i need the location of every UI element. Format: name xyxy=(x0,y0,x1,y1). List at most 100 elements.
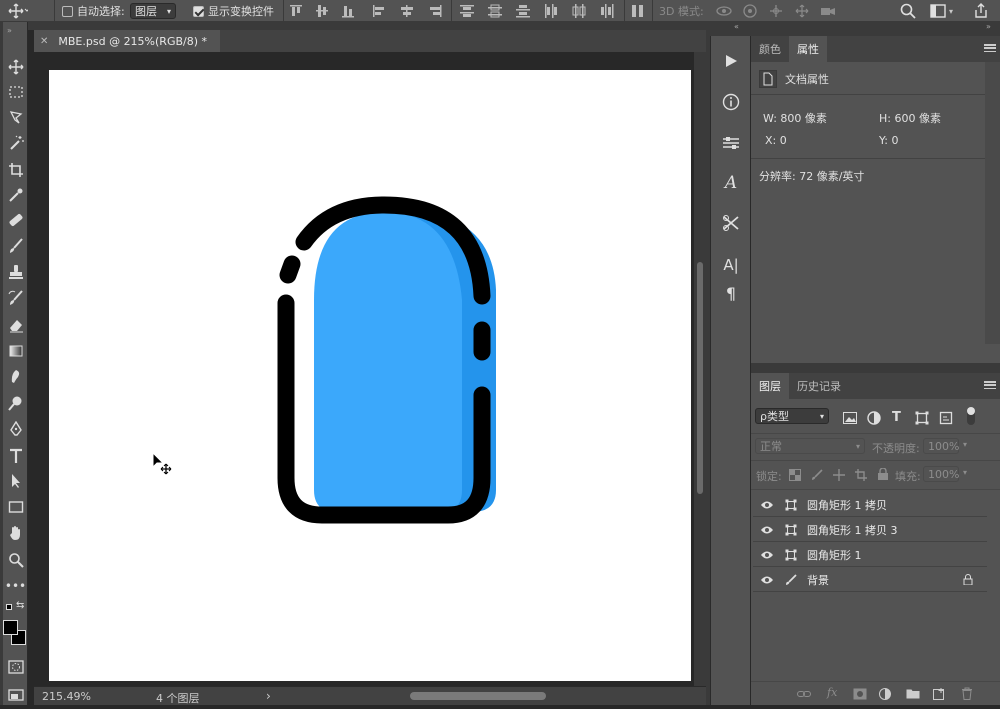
quick-select-tool-icon[interactable] xyxy=(3,132,28,154)
lock-all-icon[interactable] xyxy=(877,468,889,480)
chevron-down-icon[interactable]: ▾ xyxy=(963,468,967,477)
align-bottom-icon[interactable] xyxy=(342,4,354,18)
move-tool-icon[interactable] xyxy=(3,56,28,78)
tab-layers[interactable]: 图层 xyxy=(751,373,789,399)
character-icon[interactable]: A| xyxy=(711,250,751,280)
swap-colors-icon[interactable]: ⇆ xyxy=(16,600,24,611)
distribute-top-icon[interactable] xyxy=(460,4,474,18)
distribute-hcenter-icon[interactable] xyxy=(572,4,586,18)
type-tool-icon[interactable] xyxy=(3,445,28,467)
delete-layer-icon[interactable] xyxy=(961,687,973,700)
vertical-scrollbar[interactable] xyxy=(694,52,706,686)
collapse-icon[interactable]: » xyxy=(7,26,12,35)
foreground-color-swatch[interactable] xyxy=(3,620,18,635)
filter-pixel-icon[interactable] xyxy=(843,412,857,424)
link-layers-icon[interactable] xyxy=(797,689,811,699)
filter-smart-object-icon[interactable] xyxy=(939,411,953,425)
close-icon[interactable]: ✕ xyxy=(40,36,48,47)
3d-roll-icon[interactable] xyxy=(742,4,758,18)
new-layer-icon[interactable] xyxy=(933,688,945,700)
hand-tool-icon[interactable] xyxy=(3,522,28,544)
document-tab[interactable]: ✕ MBE.psd @ 215%(RGB/8) * xyxy=(34,30,220,52)
brush-tool-icon[interactable] xyxy=(3,235,28,257)
align-hcenter-icon[interactable] xyxy=(400,5,414,17)
path-selection-tool-icon[interactable] xyxy=(3,470,28,492)
add-mask-icon[interactable] xyxy=(853,688,867,700)
adjustments-icon[interactable] xyxy=(711,128,751,158)
adjustment-layer-icon[interactable] xyxy=(879,688,891,700)
zoom-level[interactable]: 215.49% xyxy=(42,690,91,703)
more-tools-icon[interactable]: ••• xyxy=(3,575,28,597)
canvas-area[interactable] xyxy=(34,52,694,686)
layer-style-icon[interactable]: fx xyxy=(827,686,837,699)
layer-filter-dropdown[interactable]: ρ类型 ▾ xyxy=(755,408,829,424)
lasso-tool-icon[interactable] xyxy=(3,106,28,128)
align-right-icon[interactable] xyxy=(428,5,442,17)
lock-position-icon[interactable] xyxy=(833,469,845,481)
info-icon[interactable] xyxy=(711,87,751,117)
3d-camera-icon[interactable] xyxy=(820,4,836,18)
zoom-tool-icon[interactable] xyxy=(3,549,28,571)
auto-align-icon[interactable] xyxy=(631,0,645,22)
auto-select-check-icon[interactable] xyxy=(62,5,73,17)
visibility-eye-icon[interactable] xyxy=(753,550,781,560)
align-left-icon[interactable] xyxy=(372,5,386,17)
gradient-tool-icon[interactable] xyxy=(3,340,28,362)
auto-select-checkbox[interactable]: 自动选择: xyxy=(62,0,125,22)
quick-mask-icon[interactable] xyxy=(3,656,28,678)
smudge-tool-icon[interactable] xyxy=(3,365,28,387)
distribute-left-icon[interactable] xyxy=(544,4,558,18)
layer-row[interactable]: 圆角矩形 1 xyxy=(753,543,987,567)
glyphs-icon[interactable]: A xyxy=(711,168,751,198)
distribute-vcenter-icon[interactable] xyxy=(488,4,502,18)
expand-icon[interactable]: » xyxy=(986,22,991,31)
distribute-bottom-icon[interactable] xyxy=(516,4,530,18)
marquee-tool-icon[interactable] xyxy=(3,81,28,103)
layer-row[interactable]: 圆角矩形 1 拷贝 xyxy=(753,493,987,517)
play-action-icon[interactable] xyxy=(711,46,751,76)
visibility-eye-icon[interactable] xyxy=(753,525,781,535)
tab-color[interactable]: 颜色 xyxy=(751,36,789,62)
vertical-scroll-thumb[interactable] xyxy=(697,262,703,494)
crop-tool-icon[interactable] xyxy=(3,159,28,181)
eraser-tool-icon[interactable] xyxy=(3,314,28,336)
paragraph-icon[interactable]: ¶ xyxy=(711,278,751,308)
3d-orbit-icon[interactable] xyxy=(716,4,732,18)
eyedropper-tool-icon[interactable] xyxy=(3,184,28,206)
collapse-icon[interactable]: « xyxy=(734,22,739,31)
layer-row[interactable]: 圆角矩形 1 拷贝 3 xyxy=(753,518,987,542)
lock-icon[interactable] xyxy=(963,574,973,588)
rectangle-tool-icon[interactable] xyxy=(3,496,28,518)
workspace-switcher[interactable]: ▾ xyxy=(930,0,953,22)
3d-slide-icon[interactable] xyxy=(794,4,810,18)
properties-scrollbar[interactable] xyxy=(985,62,1000,344)
align-vcenter-icon[interactable] xyxy=(316,4,328,18)
filter-toggle[interactable] xyxy=(967,407,975,425)
tool-presets-icon[interactable] xyxy=(711,208,751,238)
dodge-tool-icon[interactable] xyxy=(3,392,28,414)
lock-artboard-icon[interactable] xyxy=(855,469,867,481)
horizontal-scroll-thumb[interactable] xyxy=(410,692,546,700)
screen-mode-icon[interactable] xyxy=(3,684,28,706)
show-transform-check-icon[interactable] xyxy=(193,5,204,17)
tab-history[interactable]: 历史记录 xyxy=(789,373,849,399)
fill-field[interactable]: 100% xyxy=(923,466,959,482)
share-icon[interactable] xyxy=(973,0,989,22)
blend-mode-dropdown[interactable]: 正常 ▾ xyxy=(755,438,865,454)
lock-transparent-icon[interactable] xyxy=(789,469,801,481)
panel-menu-icon[interactable] xyxy=(984,42,996,54)
panel-menu-icon[interactable] xyxy=(984,379,996,391)
healing-brush-tool-icon[interactable] xyxy=(3,209,28,231)
distribute-right-icon[interactable] xyxy=(600,4,614,18)
history-brush-tool-icon[interactable] xyxy=(3,287,28,309)
align-top-icon[interactable] xyxy=(290,4,302,18)
default-colors-icon[interactable] xyxy=(6,604,12,610)
3d-pan-icon[interactable] xyxy=(768,4,784,18)
move-tool-icon[interactable] xyxy=(8,0,28,22)
search-icon[interactable] xyxy=(900,0,916,22)
status-menu-icon[interactable]: › xyxy=(266,689,271,703)
filter-type-icon[interactable]: T xyxy=(892,410,901,425)
layer-row[interactable]: 背景 xyxy=(753,568,987,592)
visibility-eye-icon[interactable] xyxy=(753,575,781,585)
opacity-field[interactable]: 100% xyxy=(923,438,959,454)
